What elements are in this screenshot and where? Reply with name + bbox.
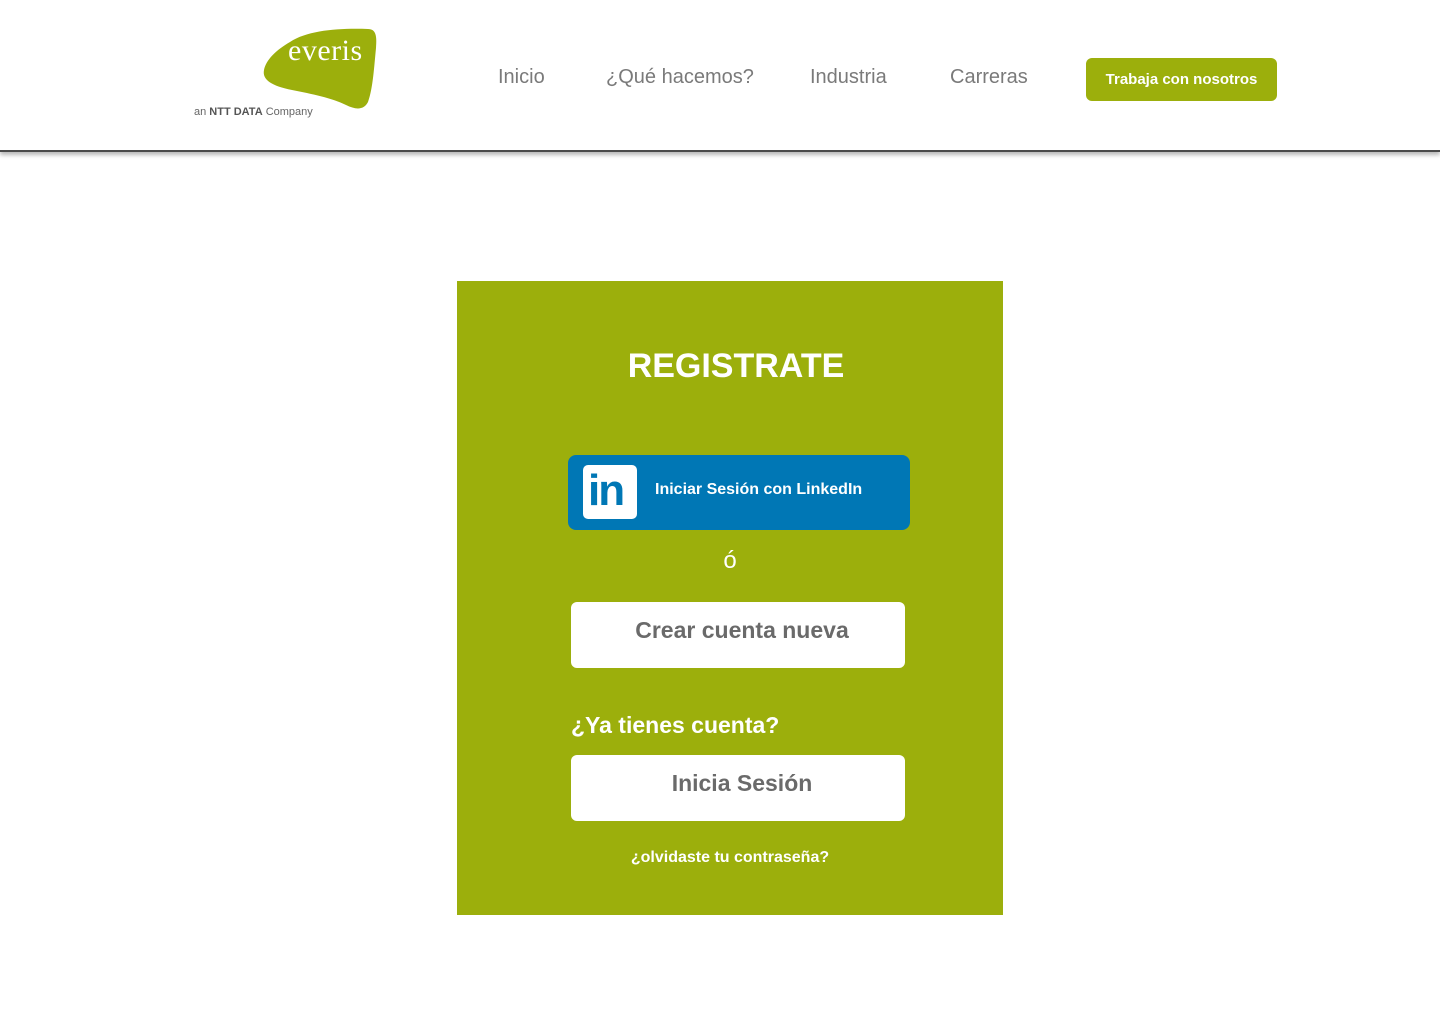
linkedin-icon: in <box>583 465 637 519</box>
linkedin-icon-text: in <box>588 466 625 515</box>
nav-item-carreras[interactable]: Carreras <box>950 66 1028 89</box>
logo-tagline: an NTT DATA Company <box>194 106 313 118</box>
or-separator: ó <box>723 547 737 574</box>
create-account-button[interactable]: Crear cuenta nueva <box>571 602 905 668</box>
forgot-password-link[interactable]: ¿olvidaste tu contraseña? <box>457 849 1003 867</box>
site-header: everis an NTT DATA Company Inicio ¿Qué h… <box>0 0 1440 152</box>
logo-tagline-prefix: an <box>194 106 210 118</box>
linkedin-login-label: Iniciar Sesión con LinkedIn <box>655 481 863 498</box>
login-button[interactable]: Inicia Sesión <box>571 755 905 821</box>
have-account-text: ¿Ya tienes cuenta? <box>571 712 780 738</box>
everis-logo[interactable]: everis an NTT DATA Company <box>192 26 382 122</box>
logo-tagline-bold: NTT DATA <box>209 106 263 118</box>
nav-item-inicio[interactable]: Inicio <box>498 66 545 89</box>
nav-item-industria[interactable]: Industria <box>810 66 887 89</box>
logo-tagline-suffix: Company <box>262 106 313 118</box>
work-with-us-button[interactable]: Trabaja con nosotros <box>1086 58 1277 101</box>
logo-wordmark: everis <box>288 34 363 67</box>
register-card: REGISTRATE in Iniciar Sesión con LinkedI… <box>457 281 1003 915</box>
nav-item-que-hacemos[interactable]: ¿Qué hacemos? <box>606 66 754 89</box>
page-title: REGISTRATE <box>627 347 845 385</box>
linkedin-login-button[interactable]: in Iniciar Sesión con LinkedIn <box>568 455 910 530</box>
